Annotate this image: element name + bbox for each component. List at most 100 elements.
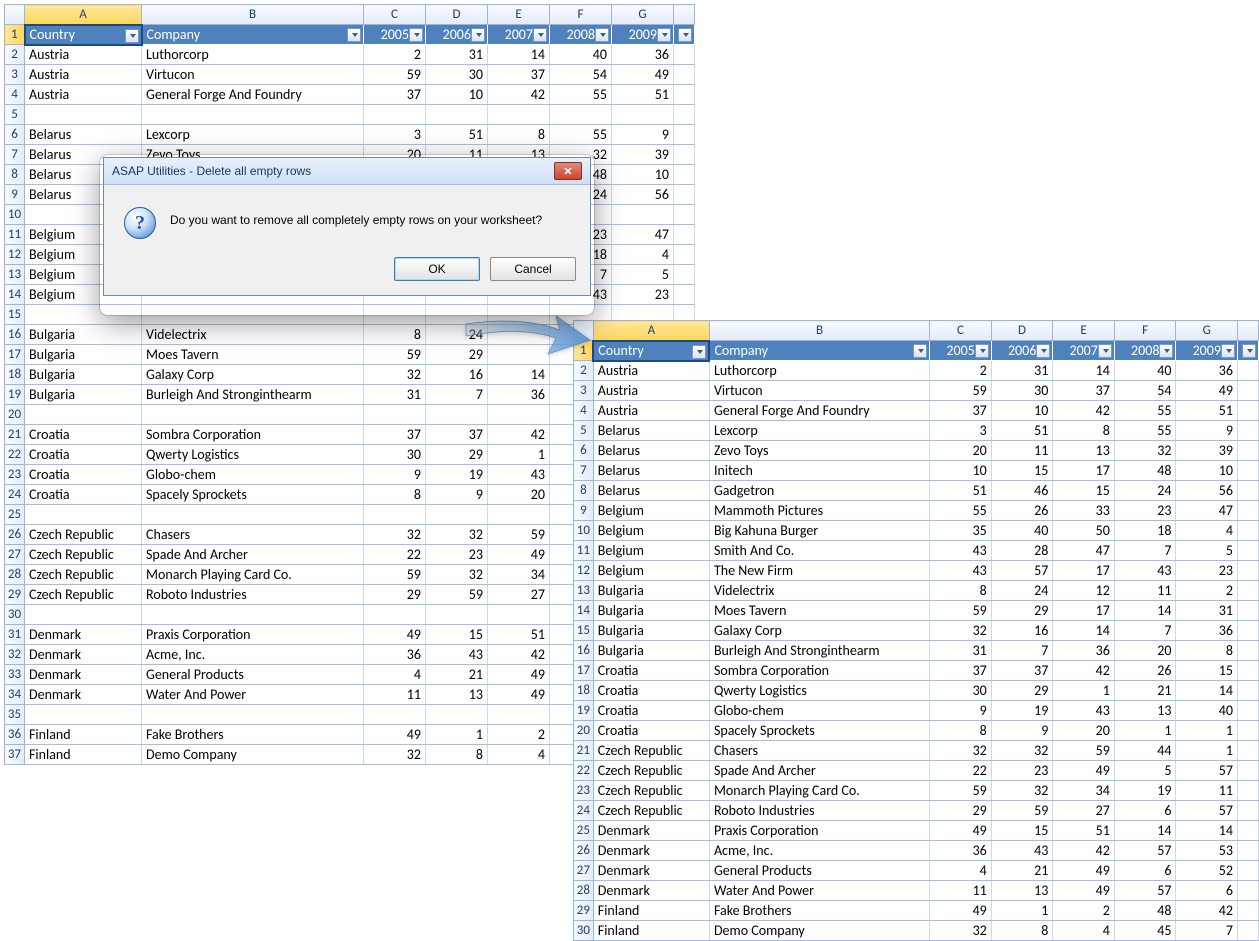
cell[interactable]: 37 — [364, 85, 426, 105]
cell[interactable]: 37 — [930, 401, 992, 421]
row-header[interactable]: 17 — [5, 345, 25, 365]
cell[interactable] — [1237, 581, 1258, 601]
cell[interactable]: 17 — [1053, 601, 1115, 621]
cell[interactable]: Bulgaria — [25, 345, 142, 365]
cell[interactable]: 20 — [488, 485, 550, 505]
cell[interactable]: Luthorcorp — [142, 45, 364, 65]
cell[interactable]: General Products — [709, 861, 929, 881]
cell[interactable]: Austria — [25, 45, 142, 65]
cell[interactable]: Bulgaria — [593, 641, 709, 661]
cell[interactable] — [364, 605, 426, 625]
cell[interactable]: 20 — [930, 441, 992, 461]
cell[interactable]: 2 — [364, 45, 426, 65]
cell[interactable]: 9 — [364, 465, 426, 485]
cell[interactable]: 59 — [930, 781, 992, 801]
row-header[interactable]: 24 — [5, 485, 25, 505]
cell[interactable]: Sombra Corporation — [709, 661, 929, 681]
cell[interactable]: 11 — [1176, 781, 1238, 801]
cell[interactable]: 49 — [1053, 761, 1115, 781]
cell[interactable]: 29 — [930, 801, 992, 821]
row-header[interactable]: 4 — [574, 401, 594, 421]
cell[interactable]: 32 — [364, 745, 426, 765]
cell[interactable]: General Forge And Foundry — [142, 85, 364, 105]
cell[interactable]: 32 — [1114, 441, 1176, 461]
cell[interactable]: 4 — [612, 245, 674, 265]
cell[interactable]: 40 — [550, 45, 612, 65]
row-header[interactable]: 21 — [5, 425, 25, 445]
cell[interactable]: 17 — [1053, 561, 1115, 581]
column-header[interactable]: G — [612, 5, 674, 25]
cell[interactable]: 42 — [488, 645, 550, 665]
cell[interactable]: 57 — [1114, 881, 1176, 901]
cell[interactable]: 2 — [930, 361, 992, 381]
cell[interactable] — [1237, 841, 1258, 861]
cell[interactable]: 49 — [488, 545, 550, 565]
row-header[interactable]: 33 — [5, 665, 25, 685]
cell[interactable] — [1237, 761, 1258, 781]
cell[interactable]: Water And Power — [142, 685, 364, 705]
cell[interactable] — [1237, 661, 1258, 681]
cell[interactable]: Galaxy Corp — [709, 621, 929, 641]
cell[interactable]: 59 — [930, 601, 992, 621]
cell[interactable]: 23 — [1114, 501, 1176, 521]
row-header[interactable]: 27 — [5, 545, 25, 565]
cell[interactable]: 42 — [1053, 841, 1115, 861]
cell[interactable] — [1237, 601, 1258, 621]
cell[interactable]: Moes Tavern — [142, 345, 364, 365]
cell[interactable]: 42 — [1053, 661, 1115, 681]
row-header[interactable]: 34 — [5, 685, 25, 705]
row-header[interactable]: 25 — [574, 821, 594, 841]
cell[interactable]: Finland — [593, 901, 709, 921]
cell[interactable]: 27 — [488, 585, 550, 605]
cell[interactable]: 49 — [612, 65, 674, 85]
cell[interactable]: Smith And Co. — [709, 541, 929, 561]
cell[interactable]: 35 — [930, 521, 992, 541]
cell[interactable]: 57 — [991, 561, 1053, 581]
table-header-cell[interactable]: Company — [142, 25, 364, 45]
cell[interactable]: 51 — [1053, 821, 1115, 841]
cell[interactable]: General Forge And Foundry — [709, 401, 929, 421]
row-header[interactable]: 30 — [5, 605, 25, 625]
cell[interactable]: 26 — [991, 501, 1053, 521]
cell[interactable]: 14 — [1114, 821, 1176, 841]
row-header[interactable]: 28 — [574, 881, 594, 901]
cell[interactable] — [426, 605, 488, 625]
cell[interactable]: 47 — [612, 225, 674, 245]
row-header[interactable]: 22 — [5, 445, 25, 465]
cell[interactable]: Roboto Industries — [709, 801, 929, 821]
row-header[interactable]: 6 — [5, 125, 25, 145]
cell[interactable]: 37 — [991, 661, 1053, 681]
cell[interactable]: 5 — [1176, 541, 1238, 561]
cell[interactable]: 59 — [488, 525, 550, 545]
cell[interactable]: 9 — [930, 701, 992, 721]
row-header[interactable]: 25 — [5, 505, 25, 525]
cell[interactable]: 19 — [991, 701, 1053, 721]
cell[interactable] — [142, 105, 364, 125]
cell[interactable]: 1 — [1176, 741, 1238, 761]
cell[interactable]: General Products — [142, 665, 364, 685]
cell[interactable]: 51 — [426, 125, 488, 145]
cell[interactable]: 36 — [612, 45, 674, 65]
row-header[interactable]: 37 — [5, 745, 25, 765]
cell[interactable]: Initech — [709, 461, 929, 481]
row-header[interactable]: 13 — [5, 265, 25, 285]
cell[interactable]: 55 — [1114, 421, 1176, 441]
cell[interactable]: Bulgaria — [593, 621, 709, 641]
row-header[interactable]: 27 — [574, 861, 594, 881]
cell[interactable]: 19 — [1114, 781, 1176, 801]
cell[interactable]: Croatia — [593, 701, 709, 721]
cell[interactable] — [1237, 741, 1258, 761]
cell[interactable]: 39 — [1176, 441, 1238, 461]
cell[interactable]: Czech Republic — [593, 801, 709, 821]
cell[interactable]: 18 — [1114, 521, 1176, 541]
cell[interactable]: 1 — [1176, 721, 1238, 741]
cell[interactable]: 14 — [1176, 681, 1238, 701]
cell[interactable] — [364, 505, 426, 525]
cell[interactable]: Croatia — [593, 661, 709, 681]
cell[interactable]: 32 — [426, 565, 488, 585]
cell[interactable]: 20 — [1053, 721, 1115, 741]
cell[interactable] — [674, 105, 695, 125]
cell[interactable]: Bulgaria — [593, 581, 709, 601]
cell[interactable]: 43 — [991, 841, 1053, 861]
cell[interactable]: 59 — [930, 381, 992, 401]
